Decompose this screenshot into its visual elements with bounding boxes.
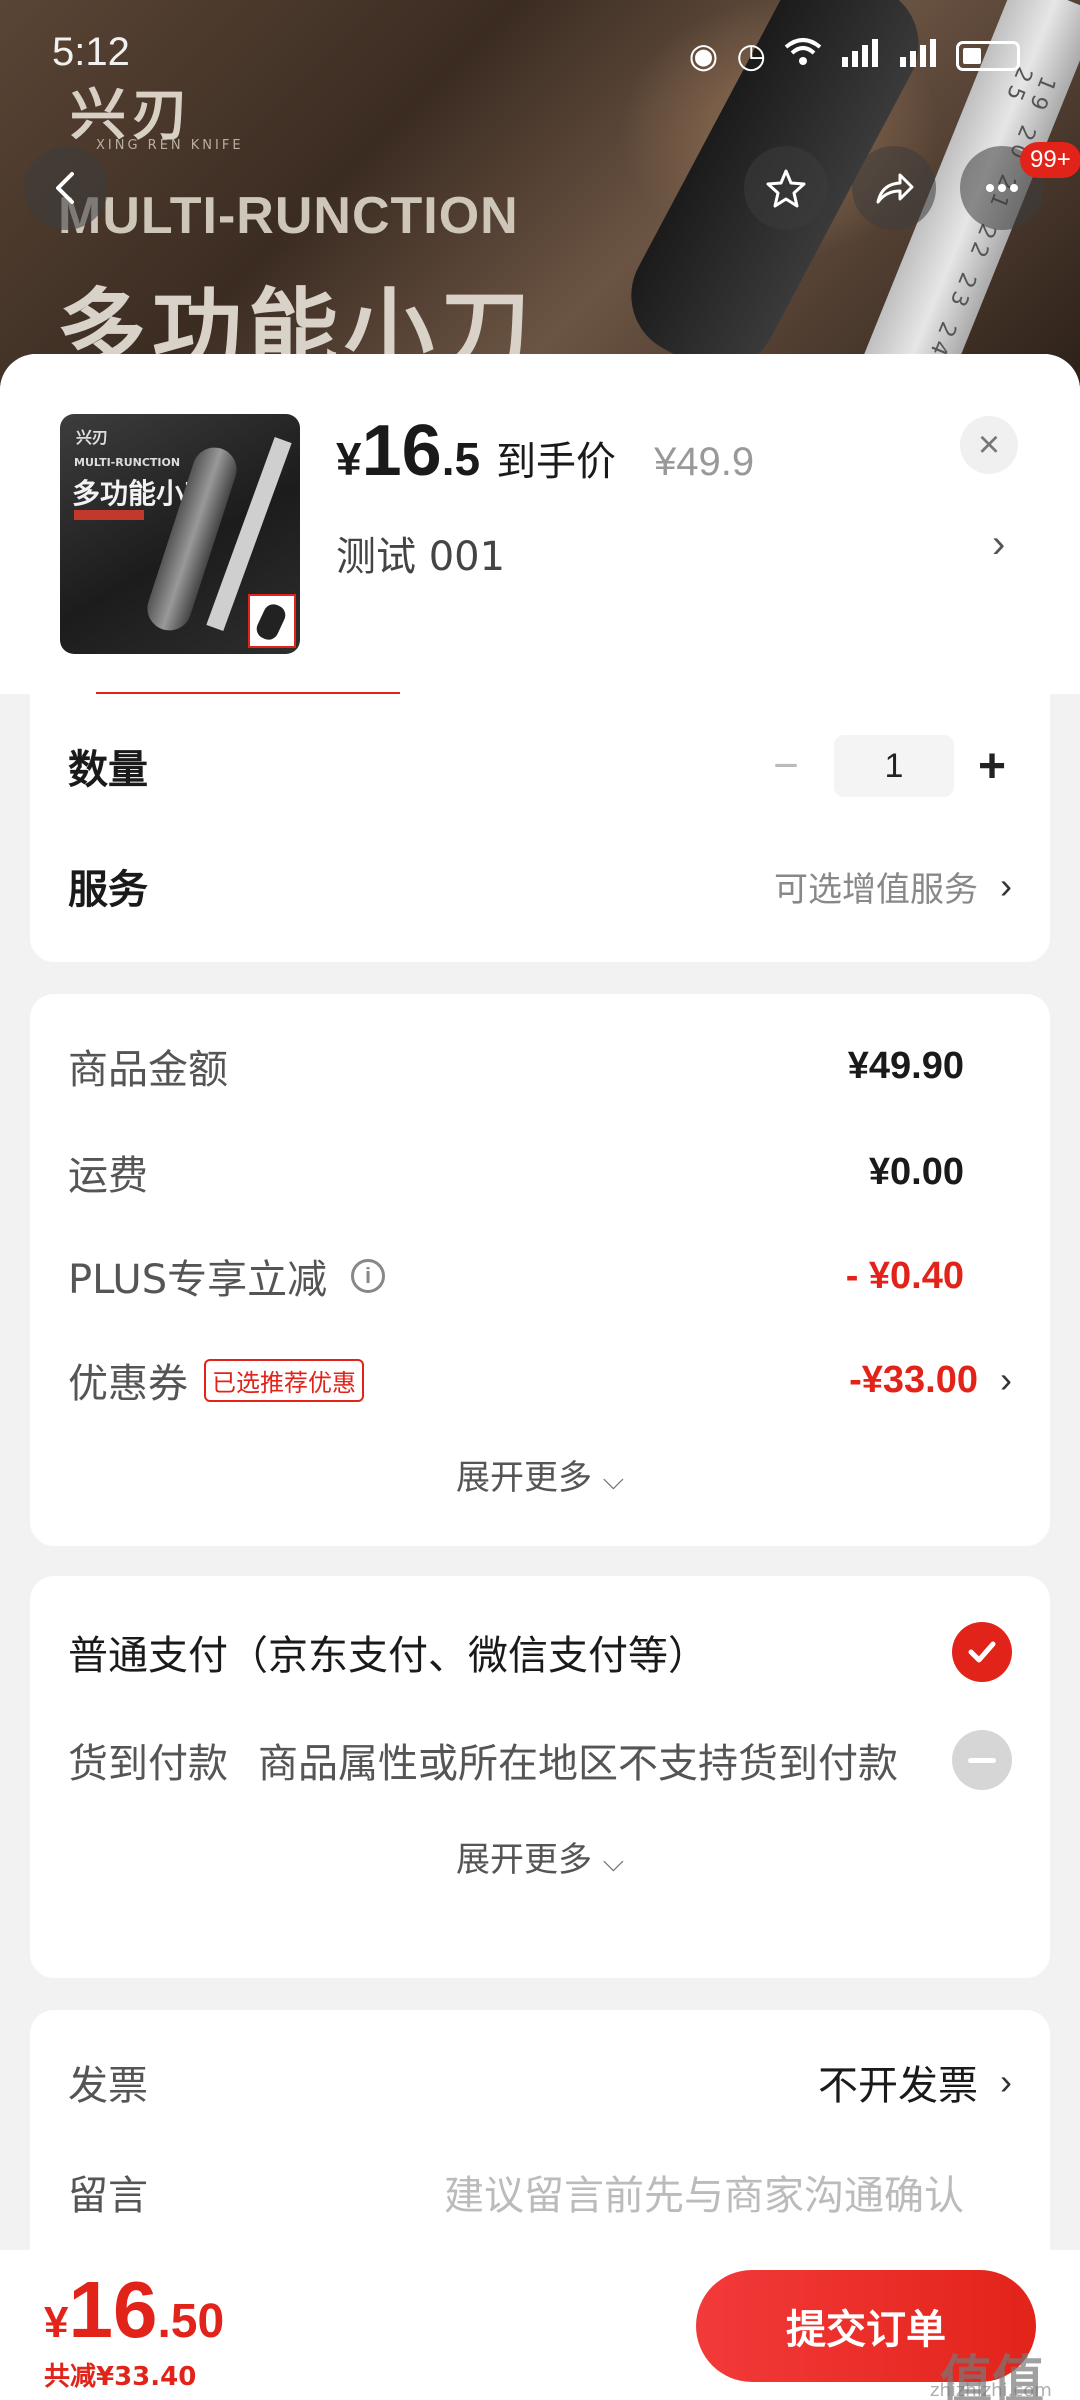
thumb-red-bar xyxy=(74,510,144,520)
total-saved: 共减¥33.40 xyxy=(44,2362,197,2392)
invoice-label: 发票 xyxy=(68,2063,148,2109)
price-currency: ¥ xyxy=(336,433,362,485)
variant-selector[interactable]: 测试 001 xyxy=(336,524,505,582)
chevron-right-icon[interactable]: › xyxy=(992,522,1005,567)
price-decimal: .5 xyxy=(441,433,481,485)
goods-amount-row: 商品金额 ¥49.90 xyxy=(68,1028,1012,1104)
thumb-en: MULTI-RUNCTION xyxy=(74,456,181,469)
chevron-down-icon: ⌵ xyxy=(602,1845,625,1878)
plus-discount-label: PLUS专享立减 xyxy=(68,1257,328,1303)
total-integer: 16 xyxy=(68,2265,158,2354)
product-thumbnail[interactable]: 兴刃 MULTI-RUNCTION 多功能小刀 xyxy=(60,414,300,654)
increment-button[interactable]: + xyxy=(972,739,1012,794)
signal-icon-2 xyxy=(898,36,938,76)
chevron-left-icon xyxy=(56,172,74,204)
banner-brand-sub: XING REN KNIFE xyxy=(96,138,244,153)
payment-card: 普通支付（京东支付、微信支付等） 货到付款 商品属性或所在地区不支持货到付款 展… xyxy=(30,1576,1050,1978)
message-badge: 99+ xyxy=(1020,142,1080,178)
close-icon: × xyxy=(977,423,1001,466)
decrement-button[interactable]: − xyxy=(756,741,816,791)
price-row: ¥ 16 .5 到手价 ¥49.9 xyxy=(336,410,754,492)
service-row[interactable]: 服务 可选增值服务 › xyxy=(68,848,1012,924)
quantity-value[interactable]: 1 xyxy=(834,735,954,797)
cod-disabled-radio xyxy=(952,1730,1012,1790)
expand-more-cost[interactable]: 展开更多 ⌵ xyxy=(30,1450,1050,1499)
total-price: ¥ 16 .50 xyxy=(44,2264,224,2356)
chevron-right-icon: › xyxy=(1000,2061,1012,2102)
cod-label: 货到付款 xyxy=(68,1741,228,1787)
cod-payment-row: 货到付款 商品属性或所在地区不支持货到付款 xyxy=(68,1722,1012,1798)
cost-card: 商品金额 ¥49.90 运费 ¥0.00 PLUS专享立减 i - ¥0.40 … xyxy=(30,994,1050,1546)
expand-more-label: 展开更多 xyxy=(455,1458,592,1498)
price-label: 到手价 xyxy=(496,439,617,485)
order-sheet: 兴刃 MULTI-RUNCTION 多功能小刀 ¥ 16 .5 到手价 ¥49.… xyxy=(0,354,1080,2400)
status-time: 5:12 xyxy=(52,30,130,74)
watermark-url: zhizhizhi.com xyxy=(930,2380,1052,2400)
message-input[interactable]: 建议留言前先与商家沟通确认 xyxy=(444,2163,964,2221)
normal-payment-label: 普通支付（京东支付、微信支付等） xyxy=(68,1633,708,1679)
plus-discount-value: - ¥0.40 xyxy=(845,1254,964,1297)
thumb-brand: 兴刃 xyxy=(76,428,109,447)
goods-amount-value: ¥49.90 xyxy=(847,1044,964,1087)
coupon-value: -¥33.00 xyxy=(849,1358,978,1401)
invoice-row[interactable]: 发票 不开发票 › xyxy=(68,2044,1012,2120)
chevron-right-icon: › xyxy=(1000,1359,1012,1400)
message-row: 留言 建议留言前先与商家沟通确认 xyxy=(68,2154,1012,2230)
more-dots-icon xyxy=(986,184,1018,192)
star-icon xyxy=(766,169,806,208)
eye-icon: ◉ xyxy=(688,36,719,76)
battery-icon xyxy=(956,41,1020,71)
expand-more-label: 展开更多 xyxy=(455,1840,592,1880)
bottom-bar: ¥ 16 .50 共减¥33.40 提交订单 xyxy=(0,2250,1080,2400)
close-button[interactable]: × xyxy=(960,416,1018,474)
product-summary: 兴刃 MULTI-RUNCTION 多功能小刀 ¥ 16 .5 到手价 ¥49.… xyxy=(0,354,1080,696)
invoice-value: 不开发票 xyxy=(818,2063,978,2109)
signal-icon xyxy=(840,36,880,76)
coupon-tag: 已选推荐优惠 xyxy=(204,1358,364,1402)
goods-amount-label: 商品金额 xyxy=(68,1047,228,1093)
original-price: ¥49.9 xyxy=(654,440,755,484)
quantity-row: 数量 − 1 + xyxy=(68,728,1012,804)
service-value: 可选增值服务 xyxy=(774,869,978,910)
shipping-label: 运费 xyxy=(68,1153,148,1199)
normal-payment-row[interactable]: 普通支付（京东支付、微信支付等） xyxy=(68,1614,1012,1690)
favorite-button[interactable] xyxy=(744,146,828,230)
cod-note: 商品属性或所在地区不支持货到付款 xyxy=(258,1741,898,1787)
status-icons: ◉ ◷ xyxy=(689,36,1020,76)
info-icon[interactable]: i xyxy=(351,1259,386,1293)
share-icon xyxy=(876,173,914,204)
price-integer: 16 xyxy=(361,411,442,491)
coupon-label: 优惠券 xyxy=(68,1361,188,1407)
message-label: 留言 xyxy=(68,2173,148,2219)
banner-headline-en: MULTI-RUNCTION xyxy=(58,187,519,245)
quantity-stepper: − 1 + xyxy=(756,735,1012,797)
total-decimal: .50 xyxy=(157,2295,225,2348)
shipping-value: ¥0.00 xyxy=(868,1150,964,1193)
thumb-sheath-inset xyxy=(248,594,296,648)
plus-discount-row: PLUS专享立减 i - ¥0.40 xyxy=(68,1238,1012,1314)
invoice-message-card: 发票 不开发票 › 留言 建议留言前先与商家沟通确认 xyxy=(30,2010,1050,2274)
chevron-right-icon: › xyxy=(1000,865,1012,906)
quantity-service-card: 数量 − 1 + 服务 可选增值服务 › xyxy=(30,694,1050,962)
alarm-icon: ◷ xyxy=(736,36,766,76)
back-button[interactable] xyxy=(24,146,108,230)
share-button[interactable] xyxy=(852,146,936,230)
expand-more-payment[interactable]: 展开更多 ⌵ xyxy=(30,1832,1050,1881)
payment-selected-radio[interactable] xyxy=(952,1622,1012,1682)
quantity-label: 数量 xyxy=(68,747,148,793)
chevron-down-icon: ⌵ xyxy=(602,1463,625,1496)
coupon-row[interactable]: 优惠券 已选推荐优惠 -¥33.00 › xyxy=(68,1342,1012,1418)
wifi-icon xyxy=(784,36,822,76)
total-currency: ¥ xyxy=(44,2298,69,2347)
checkmark-icon xyxy=(968,1641,996,1663)
shipping-row: 运费 ¥0.00 xyxy=(68,1134,1012,1210)
service-label: 服务 xyxy=(68,867,148,913)
